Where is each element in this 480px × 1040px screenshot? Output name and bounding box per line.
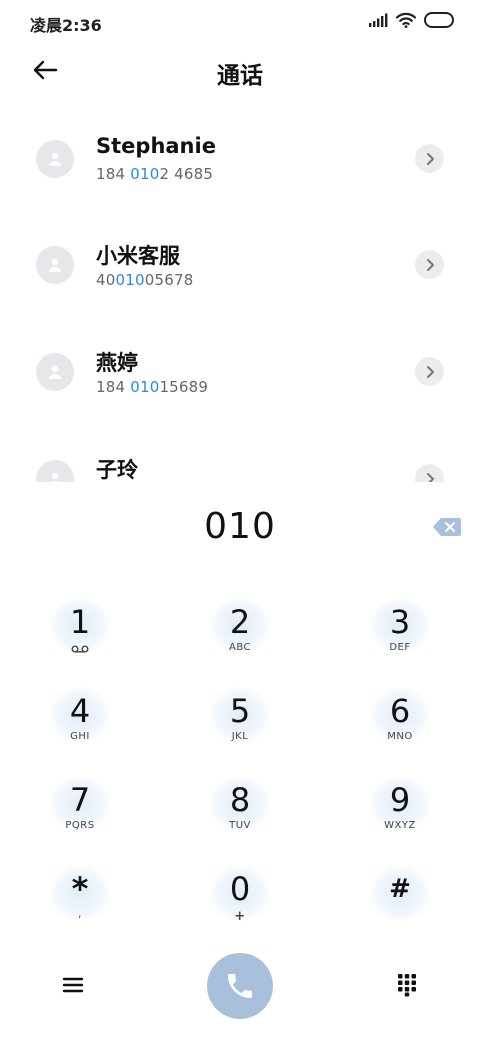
contact-results-list[interactable]: Stephanie 184 0102 4685 小米客服 4001005678 xyxy=(0,104,480,482)
avatar xyxy=(36,353,74,391)
key-letters: DEF xyxy=(389,642,411,653)
key-sub xyxy=(71,642,89,656)
key-digit: 1 xyxy=(69,603,91,641)
phone-icon xyxy=(228,974,252,998)
key-4[interactable]: 4 GHI xyxy=(35,679,125,759)
menu-icon xyxy=(62,977,84,993)
backspace-icon xyxy=(433,518,461,536)
avatar xyxy=(36,140,74,178)
person-icon xyxy=(49,365,61,379)
keypad-toggle-button[interactable] xyxy=(392,970,422,1000)
contact-name: 燕婷 xyxy=(96,351,138,375)
number-prefix: 40 xyxy=(96,271,116,289)
chevron-right-icon xyxy=(426,472,434,482)
key-letters: MNO xyxy=(387,731,413,742)
number-match: 010 xyxy=(130,378,160,396)
person-icon xyxy=(49,152,61,166)
battery-icon xyxy=(424,12,454,28)
key-digit: 5 xyxy=(229,692,251,730)
key-hash[interactable]: # xyxy=(355,857,445,937)
contact-row[interactable]: 燕婷 184 01015689 xyxy=(0,317,480,423)
contact-detail-button[interactable] xyxy=(415,250,444,279)
contact-detail-button[interactable] xyxy=(415,464,444,482)
status-icons xyxy=(368,12,454,28)
key-letters: , xyxy=(78,909,82,920)
key-star[interactable]: * , xyxy=(35,857,125,937)
contact-name: 子玲 xyxy=(96,458,138,482)
dialpad-icon xyxy=(398,974,416,997)
key-letters: WXYZ xyxy=(384,820,416,831)
avatar xyxy=(36,460,74,482)
signal-icon xyxy=(369,13,388,27)
contact-row[interactable]: 小米客服 4001005678 xyxy=(0,210,480,316)
number-match: 010 xyxy=(115,271,145,289)
key-digit: 9 xyxy=(389,781,411,819)
key-letters: GHI xyxy=(70,731,90,742)
key-3[interactable]: 3 DEF xyxy=(355,590,445,670)
key-digit: 3 xyxy=(389,603,411,641)
key-letters: PQRS xyxy=(65,820,95,831)
key-2[interactable]: 2 ABC xyxy=(195,590,285,670)
number-suffix: 05678 xyxy=(144,271,194,289)
dial-display: 010 xyxy=(0,502,480,556)
key-digit: 6 xyxy=(389,692,411,730)
key-1[interactable]: 1 xyxy=(35,590,125,670)
number-suffix: 15689 xyxy=(159,378,209,396)
key-letters: TUV xyxy=(229,820,251,831)
menu-button[interactable] xyxy=(58,970,88,1000)
avatar xyxy=(36,246,74,284)
page-title: 通话 xyxy=(217,63,263,89)
contact-number: 184 0102 4685 xyxy=(96,165,213,183)
call-button[interactable] xyxy=(207,953,273,1019)
number-prefix: 184 xyxy=(96,378,131,396)
key-letters: JKL xyxy=(231,731,249,742)
contact-detail-button[interactable] xyxy=(415,144,444,173)
person-icon xyxy=(51,472,59,482)
key-7[interactable]: 7 PQRS xyxy=(35,768,125,848)
person-icon xyxy=(49,258,61,272)
contact-row[interactable]: 子玲 xyxy=(0,424,480,482)
key-letters: + xyxy=(234,909,246,924)
key-digit: 4 xyxy=(69,692,91,730)
contact-number: 184 01015689 xyxy=(96,378,208,396)
voicemail-icon xyxy=(71,645,89,653)
key-8[interactable]: 8 TUV xyxy=(195,768,285,848)
chevron-right-icon xyxy=(426,258,434,271)
keypad: 1 2 ABC 3 DEF 4 GHI 5 JKL 6 MNO 7 PQRS 8… xyxy=(0,580,480,940)
dialed-number: 010 xyxy=(204,506,276,547)
number-suffix: 2 4685 xyxy=(159,165,214,183)
key-6[interactable]: 6 MNO xyxy=(355,679,445,759)
contact-number: 4001005678 xyxy=(96,271,193,289)
key-digit: 8 xyxy=(229,781,251,819)
key-0[interactable]: 0 + xyxy=(195,857,285,937)
key-letters: ABC xyxy=(228,642,251,653)
chevron-right-icon xyxy=(426,152,434,165)
key-digit: * xyxy=(71,870,89,908)
status-bar: 凌晨2:36 xyxy=(0,0,480,44)
status-time: 凌晨2:36 xyxy=(30,16,102,35)
number-match: 010 xyxy=(130,165,160,183)
key-digit: 2 xyxy=(229,603,251,641)
header: 通话 xyxy=(0,44,480,96)
contact-row[interactable]: Stephanie 184 0102 4685 xyxy=(0,104,480,210)
key-digit: 7 xyxy=(69,781,91,819)
key-5[interactable]: 5 JKL xyxy=(195,679,285,759)
backspace-button[interactable] xyxy=(432,516,462,538)
contact-name: 小米客服 xyxy=(96,244,180,268)
contact-detail-button[interactable] xyxy=(415,357,444,386)
key-digit: 0 xyxy=(229,870,251,908)
wifi-icon xyxy=(396,12,416,28)
number-prefix: 184 xyxy=(96,165,131,183)
chevron-right-icon xyxy=(426,365,434,378)
key-digit: # xyxy=(389,874,411,904)
bottom-bar xyxy=(0,950,480,1022)
contact-name: Stephanie xyxy=(96,134,216,158)
key-9[interactable]: 9 WXYZ xyxy=(355,768,445,848)
